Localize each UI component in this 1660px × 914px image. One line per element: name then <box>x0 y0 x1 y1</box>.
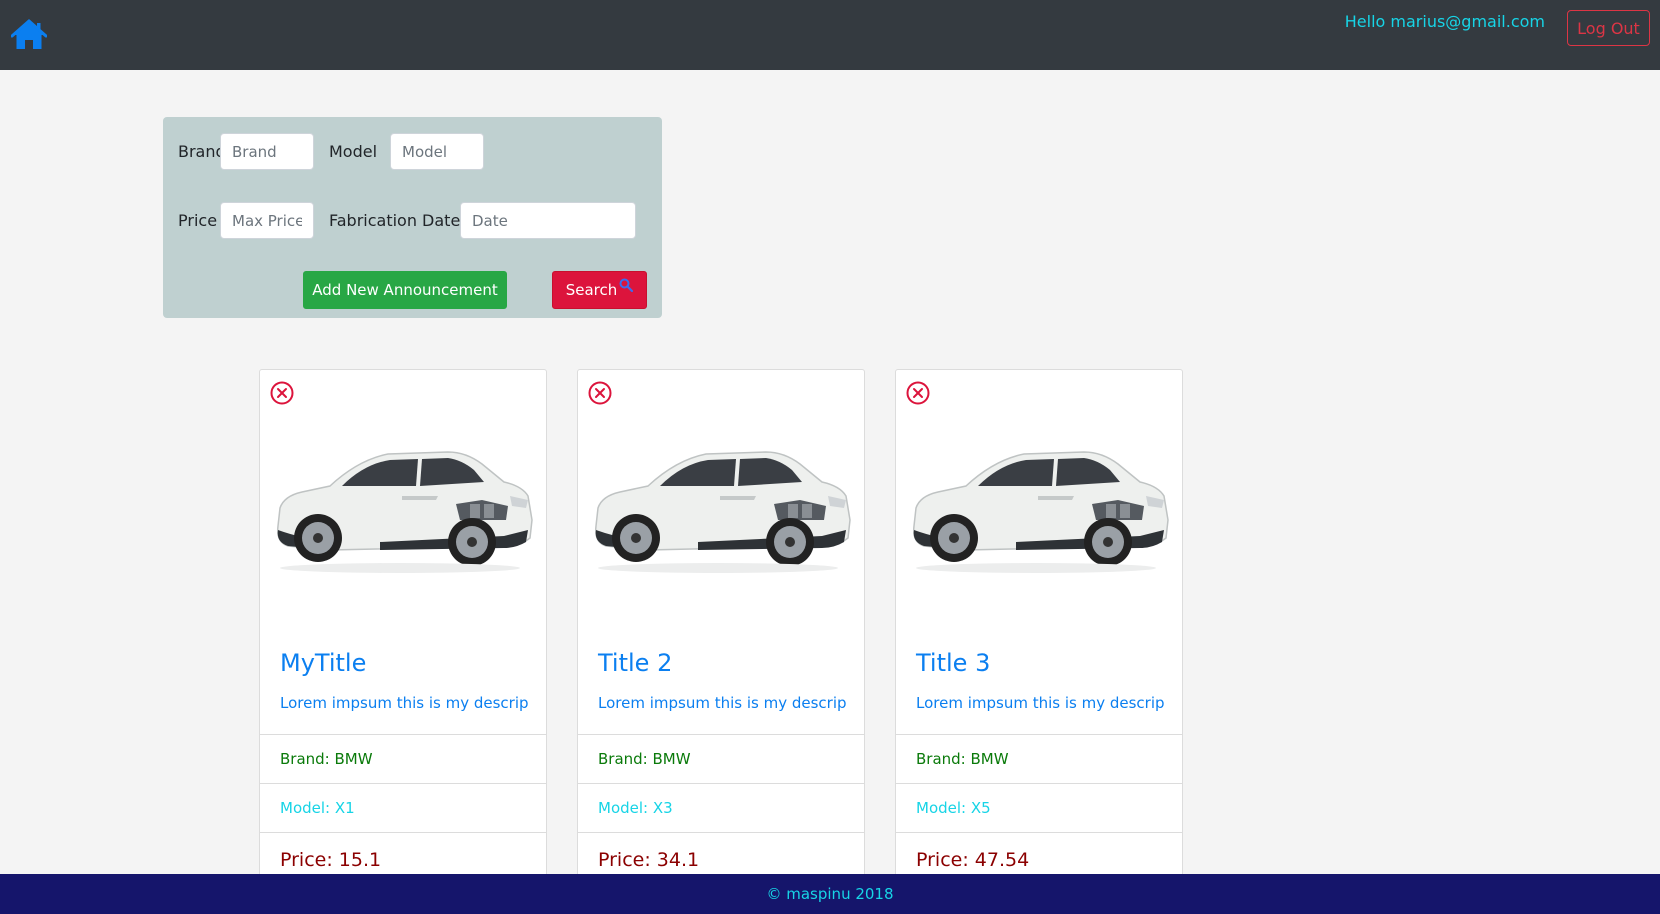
max-price-input[interactable] <box>220 202 314 239</box>
brand-label: Brand <box>178 142 226 161</box>
logout-button[interactable]: Log Out <box>1567 10 1650 46</box>
card-description: Lorem impsum this is my descrip... <box>916 694 1166 712</box>
price-label: Price <box>178 211 218 230</box>
remove-card-icon[interactable] <box>906 381 930 405</box>
date-input[interactable] <box>460 202 636 239</box>
footer-copyright: © maspinu 2018 <box>766 885 894 903</box>
card-model: Model: X3 <box>578 783 864 832</box>
car-card: MyTitle Lorem impsum this is my descrip.… <box>259 369 547 914</box>
add-announcement-button[interactable]: Add New Announcement <box>303 271 507 309</box>
car-card: Title 2 Lorem impsum this is my descrip.… <box>577 369 865 914</box>
user-greeting: Hello marius@gmail.com <box>1344 12 1545 31</box>
card-brand: Brand: BMW <box>260 734 546 783</box>
model-label: Model <box>329 142 378 161</box>
car-card: Title 3 Lorem impsum this is my descrip.… <box>895 369 1183 914</box>
card-description: Lorem impsum this is my descrip... <box>280 694 530 712</box>
car-image <box>906 430 1172 580</box>
card-title[interactable]: MyTitle <box>280 648 366 678</box>
footer: © maspinu 2018 <box>0 874 1660 914</box>
card-model: Model: X5 <box>896 783 1182 832</box>
card-model: Model: X1 <box>260 783 546 832</box>
remove-card-icon[interactable] <box>588 381 612 405</box>
card-description: Lorem impsum this is my descrip... <box>598 694 848 712</box>
car-image <box>588 430 854 580</box>
brand-input[interactable] <box>220 133 314 170</box>
search-button[interactable]: Search <box>552 271 647 309</box>
search-button-label: Search <box>565 281 618 299</box>
car-image <box>270 430 536 580</box>
fabrication-date-label: Fabrication Date <box>329 211 461 230</box>
card-title[interactable]: Title 2 <box>598 648 672 678</box>
search-icon <box>619 278 634 293</box>
search-panel: Brand Model Price Fabrication Date Add N… <box>163 117 662 318</box>
model-input[interactable] <box>390 133 484 170</box>
remove-card-icon[interactable] <box>270 381 294 405</box>
card-title[interactable]: Title 3 <box>916 648 990 678</box>
card-brand: Brand: BMW <box>578 734 864 783</box>
top-navbar: Hello marius@gmail.com Log Out <box>0 0 1660 70</box>
card-brand: Brand: BMW <box>896 734 1182 783</box>
home-icon[interactable] <box>10 18 48 52</box>
